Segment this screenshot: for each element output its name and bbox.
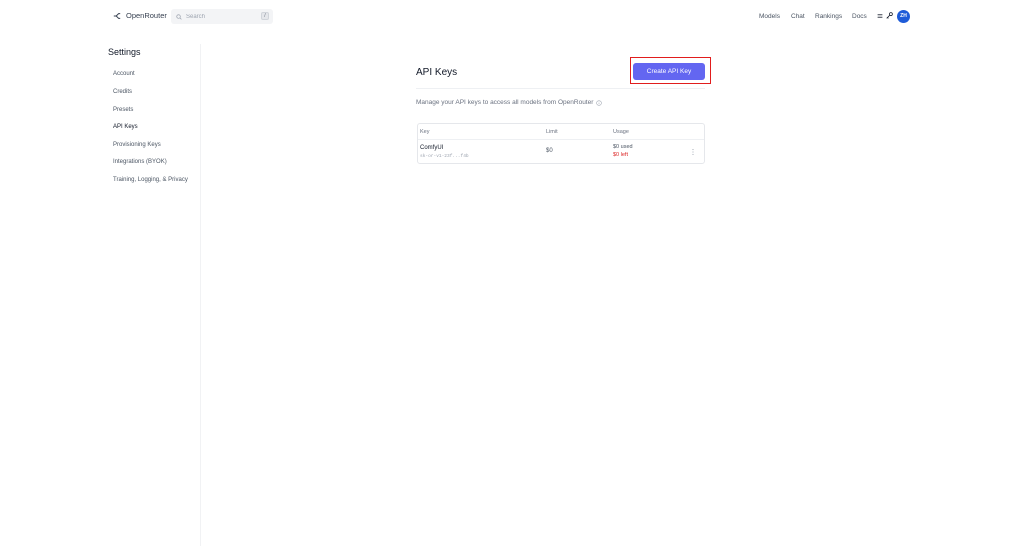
key-usage-used: $0 used <box>613 144 633 150</box>
column-header-key: Key <box>420 129 430 135</box>
page-title: API Keys <box>416 67 458 78</box>
key-name: ComfyUI <box>420 145 444 151</box>
search-box[interactable]: / <box>171 9 273 24</box>
nav-link-models[interactable]: Models <box>759 13 780 20</box>
sidebar-item-credits[interactable]: Credits <box>113 89 132 95</box>
user-avatar[interactable]: ZH <box>897 10 910 23</box>
search-shortcut-hint: / <box>261 12 269 20</box>
table-row[interactable]: ComfyUI sk-or-v1-23f...f4b $0 $0 used $0… <box>418 140 704 164</box>
column-header-limit: Limit <box>546 129 558 135</box>
nav-link-rankings[interactable]: Rankings <box>815 13 842 20</box>
nav-link-chat[interactable]: Chat <box>791 13 805 20</box>
brand-name: OpenRouter <box>126 11 167 20</box>
nav-link-docs[interactable]: Docs <box>852 13 867 20</box>
info-icon[interactable] <box>596 99 603 106</box>
sidebar-item-provisioning-keys[interactable]: Provisioning Keys <box>113 142 161 148</box>
top-nav: OpenRouter / Models Chat Rankings Docs Z… <box>0 0 1024 34</box>
search-input[interactable] <box>186 13 256 20</box>
key-masked-value: sk-or-v1-23f...f4b <box>420 154 469 159</box>
sidebar-item-privacy[interactable]: Training, Logging, & Privacy <box>113 177 188 183</box>
create-api-key-button[interactable]: Create API Key <box>633 63 705 80</box>
key-usage-left: $0 left <box>613 152 628 158</box>
sidebar-title: Settings <box>108 47 141 57</box>
sidebar-divider <box>200 44 201 546</box>
openrouter-logo-icon <box>113 12 121 19</box>
api-keys-table: Key Limit Usage ComfyUI sk-or-v1-23f...f… <box>417 123 705 164</box>
search-icon <box>176 13 182 20</box>
more-options-icon[interactable] <box>691 148 695 156</box>
key-limit: $0 <box>546 148 553 154</box>
description-text: Manage your API keys to access all model… <box>416 99 594 106</box>
sidebar-item-account[interactable]: Account <box>113 71 135 77</box>
page-description: Manage your API keys to access all model… <box>416 99 603 106</box>
menu-icon[interactable] <box>877 13 883 19</box>
title-divider <box>416 88 705 89</box>
sidebar-item-api-keys[interactable]: API Keys <box>113 124 138 130</box>
sidebar-item-presets[interactable]: Presets <box>113 107 133 113</box>
brand-logo[interactable]: OpenRouter <box>113 11 167 20</box>
key-icon[interactable] <box>886 12 893 19</box>
column-header-usage: Usage <box>613 129 629 135</box>
sidebar-item-integrations[interactable]: Integrations (BYOK) <box>113 159 167 165</box>
